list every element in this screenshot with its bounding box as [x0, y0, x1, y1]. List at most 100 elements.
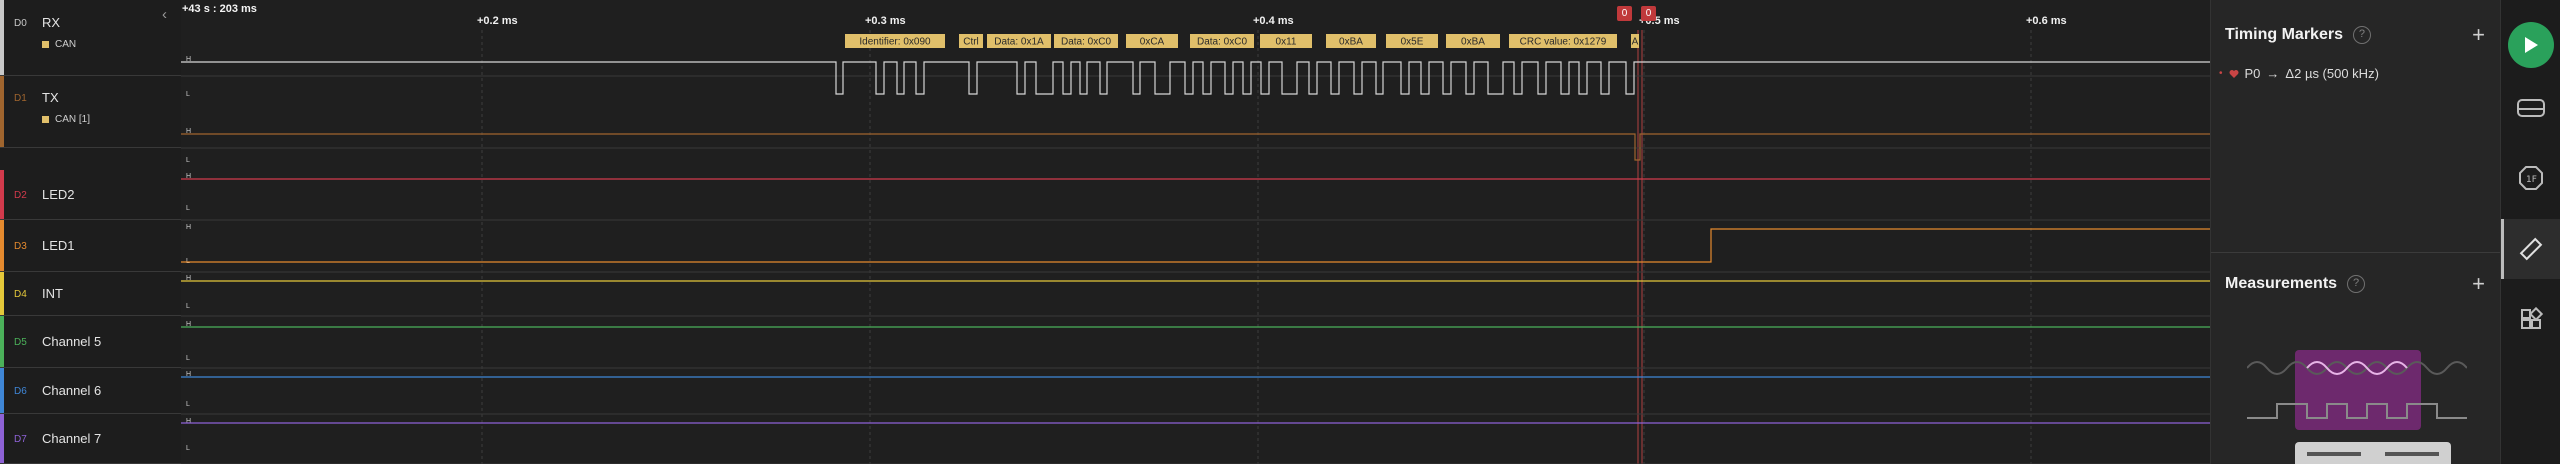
help-icon[interactable]: ? [2347, 275, 2366, 293]
channel-id: D6 [14, 386, 27, 397]
can-frame-label: A [1632, 37, 1639, 48]
channel-color-swatch [0, 170, 4, 219]
timing-marker-name: P0 [2244, 66, 2261, 81]
analyzer-swatch-icon [42, 116, 49, 123]
timing-markers-section: Timing Markers ? + • P0 → Δ2 µs (500 kHz… [2211, 0, 2501, 252]
help-icon[interactable]: ? [2352, 26, 2371, 44]
can-frame-label: Data: 0x1A [994, 37, 1044, 48]
timing-marker-value: Δ2 µs (500 kHz) [2285, 66, 2379, 81]
waveform-area[interactable]: H L H L H L H L H L H L H L H L Identifier: 0x090 Ctrl Dat… [181, 30, 2210, 464]
extensions-button[interactable] [2511, 299, 2551, 339]
channel-row[interactable]: D3 LED1 [0, 220, 181, 272]
channel-id: D5 [14, 337, 27, 348]
measurements-title-text: Measurements [2225, 275, 2338, 292]
can-frame-label: Ctrl [963, 37, 979, 48]
tx-waveform [181, 133, 2210, 161]
channel-row[interactable]: D2 LED2 [0, 170, 181, 220]
channel-id: D4 [14, 289, 27, 300]
level-low-label: L [186, 157, 190, 164]
channel-row[interactable]: D0 RX CAN [0, 0, 181, 76]
channel-row[interactable]: D7 Channel 7 [0, 414, 181, 464]
channel-name[interactable]: Channel 6 [42, 383, 101, 398]
channel-name[interactable]: RX [42, 15, 60, 30]
device-icon [2517, 99, 2545, 117]
time-ruler[interactable]: +0.2 ms +0.3 ms +0.4 ms +0.5 ms +0.6 ms [181, 0, 2210, 30]
channel-color-swatch [0, 0, 4, 75]
timing-markers-title: Timing Markers ? [2225, 26, 2371, 44]
level-low-label: L [186, 355, 190, 362]
level-high-label: H [186, 224, 191, 231]
timing-markers-button[interactable] [2511, 229, 2551, 269]
can-frame-label: 0xBA [1461, 37, 1485, 48]
tool-rail: 1F [2500, 0, 2560, 464]
measurements-title: Measurements ? [2225, 275, 2366, 293]
level-low-label: L [186, 303, 190, 310]
channel-row[interactable]: D4 INT [0, 272, 181, 316]
arrow-icon: → [2266, 66, 2280, 81]
channel-color-swatch [0, 76, 4, 147]
play-icon [2525, 37, 2538, 53]
add-timing-marker-button[interactable]: + [2472, 24, 2485, 46]
analyzer-name: CAN [55, 39, 77, 50]
level-low-label: L [186, 91, 190, 98]
can-frame-label: 0x5E [1401, 37, 1424, 48]
ruler-icon [2519, 237, 2543, 261]
channel-id: D7 [14, 434, 27, 445]
channel-name[interactable]: LED2 [42, 187, 75, 202]
collapse-icon[interactable]: ‹ [162, 6, 167, 23]
channel-color-swatch [0, 316, 4, 367]
channel-name[interactable]: Channel 7 [42, 431, 101, 446]
channel-name[interactable]: TX [42, 90, 59, 105]
timing-marker-flag[interactable]: 0 [1641, 6, 1656, 21]
can-frame-label: 0xCA [1140, 37, 1165, 48]
can-frame-label: Data: 0xC0 [1197, 37, 1247, 48]
ruler-tick: +0.3 ms [865, 15, 906, 27]
channel-id: D2 [14, 190, 27, 201]
bullet-icon: • [2219, 68, 2223, 79]
channel-color-swatch [0, 414, 4, 463]
channel-id: D3 [14, 241, 27, 252]
can-frame-label: 0xBA [1339, 37, 1363, 48]
led1-waveform [181, 228, 2210, 263]
can-frame-label: Identifier: 0x090 [859, 37, 931, 48]
add-measurement-button[interactable]: + [2472, 273, 2485, 295]
channel-name[interactable]: LED1 [42, 238, 75, 253]
level-low-label: L [186, 445, 190, 452]
channel-name[interactable]: Channel 5 [42, 334, 101, 349]
ruler-tick: +0.2 ms [477, 15, 518, 27]
channel-id: D1 [14, 93, 27, 104]
timing-marker-entry[interactable]: • P0 → Δ2 µs (500 kHz) [2219, 66, 2379, 81]
level-low-label: L [186, 205, 190, 212]
channel-color-swatch [0, 272, 4, 315]
level-high-label: H [186, 418, 191, 425]
ruler-tick: +0.6 ms [2026, 15, 2067, 27]
channel-color-swatch [0, 368, 4, 413]
channel-row[interactable]: D5 Channel 5 [0, 316, 181, 368]
analyzer-swatch-icon [42, 41, 49, 48]
timing-markers-title-text: Timing Markers [2225, 26, 2343, 43]
start-capture-button[interactable] [2508, 22, 2554, 68]
measurement-illustration-icon [2247, 350, 2467, 464]
channel-id: D0 [14, 18, 27, 29]
channel-row[interactable]: D6 Channel 6 [0, 368, 181, 414]
ruler-tick: +0.4 ms [1253, 15, 1294, 27]
side-panel: Timing Markers ? + • P0 → Δ2 µs (500 kHz… [2210, 0, 2501, 464]
svg-text:1F: 1F [2526, 175, 2537, 185]
timing-marker-flag[interactable]: 0 [1617, 6, 1632, 21]
heart-marker-icon [2229, 69, 2239, 78]
rx-waveform [181, 61, 2210, 95]
can-frame-label: CRC value: 0x1279 [1520, 37, 1607, 48]
level-low-label: L [186, 401, 190, 408]
device-settings-button[interactable] [2511, 88, 2551, 128]
analyzer-icon: 1F [2519, 166, 2543, 190]
channel-color-swatch [0, 220, 4, 271]
channel-analyzer-label[interactable]: CAN [42, 39, 76, 50]
channel-analyzer-label[interactable]: CAN [1] [42, 114, 90, 125]
extensions-icon [2521, 307, 2543, 329]
channel-list: D0 RX CAN D1 TX CAN [1] D2 LED2 D3 LED1 D4 INT D5 Cha… [0, 0, 181, 464]
can-frame-label: 0x11 [1276, 37, 1297, 48]
analyzer-name: CAN [1] [55, 114, 91, 125]
channel-name[interactable]: INT [42, 286, 63, 301]
analyzers-button[interactable]: 1F [2511, 158, 2551, 198]
channel-row[interactable]: D1 TX CAN [1] [0, 76, 181, 148]
